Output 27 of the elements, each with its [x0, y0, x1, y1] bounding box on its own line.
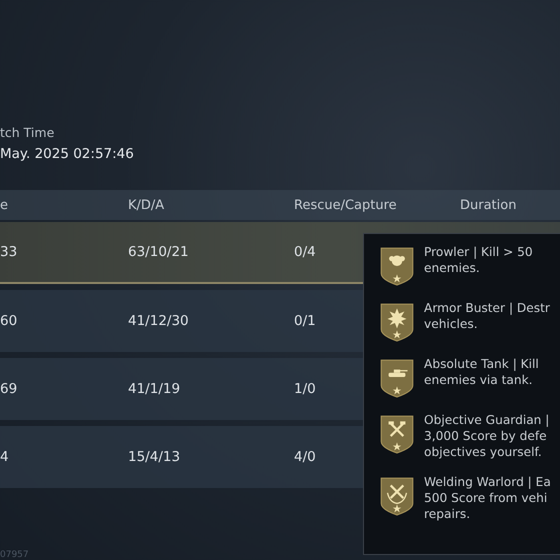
- table-cell: 4/0: [294, 449, 316, 465]
- achievement-description: Armor Buster | Destr vehicles.: [424, 300, 550, 332]
- achievement-description: Prowler | Kill > 50 enemies.: [424, 244, 533, 276]
- achievement-description: Absolute Tank | Kill enemies via tank.: [424, 356, 539, 388]
- match-time-value: May. 2025 02:57:46: [0, 146, 135, 162]
- table-cell: 0/4: [294, 244, 316, 260]
- column-header: e: [0, 198, 8, 212]
- column-header: Rescue/Capture: [294, 198, 397, 212]
- column-header: Duration: [460, 198, 516, 212]
- table-cell: 4: [0, 449, 9, 465]
- table-cell: 0/1: [294, 313, 316, 329]
- table-cell: 63/10/21: [128, 244, 189, 260]
- table-cell: 60: [0, 313, 18, 329]
- medal-badge-icon: [380, 358, 414, 398]
- table-cell: 33: [0, 244, 18, 260]
- column-header: K/D/A: [128, 198, 164, 212]
- table-cell: 41/12/30: [128, 313, 189, 329]
- medal-badge-icon: [380, 302, 414, 342]
- table-cell: 41/1/19: [128, 381, 180, 397]
- medal-badge-icon: [380, 414, 414, 454]
- medal-badge-icon: [380, 476, 414, 516]
- table-cell: 1/0: [294, 381, 316, 397]
- match-time-label: tch Time: [0, 125, 56, 140]
- medal-badge-icon: [380, 246, 414, 286]
- table-cell: 15/4/13: [128, 449, 180, 465]
- table-cell: 69: [0, 381, 18, 397]
- match-id: 07957: [0, 550, 29, 560]
